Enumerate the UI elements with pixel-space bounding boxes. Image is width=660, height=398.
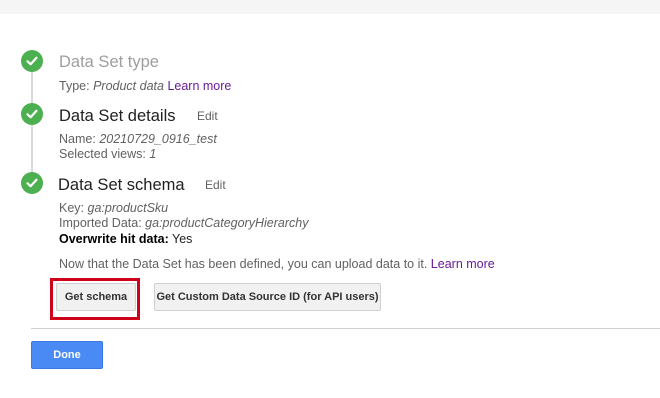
overwrite-label: Overwrite hit data:: [59, 232, 169, 246]
step-title-details: Data Set details: [59, 107, 176, 125]
step-title-type: Data Set type: [59, 53, 159, 71]
views-value: 1: [149, 147, 157, 161]
imported-line: Imported Data: ga:productCategoryHierarc…: [59, 216, 308, 231]
edit-details-link[interactable]: Edit: [197, 108, 218, 124]
name-label: Name:: [59, 132, 96, 146]
get-schema-button[interactable]: Get schema: [56, 283, 136, 311]
check-circle-icon: [21, 50, 43, 72]
key-line: Key: ga:productSku: [59, 201, 168, 216]
check-circle-icon: [21, 103, 43, 125]
step-title-schema: Data Set schema: [58, 176, 185, 194]
edit-schema-link[interactable]: Edit: [205, 177, 226, 193]
imported-label: Imported Data:: [59, 216, 142, 230]
upload-message-line: Now that the Data Set has been defined, …: [59, 257, 495, 272]
top-band: [0, 0, 660, 14]
key-label: Key:: [59, 201, 85, 215]
divider: [31, 328, 660, 329]
key-value: ga:productSku: [87, 201, 169, 215]
views-line: Selected views: 1: [59, 147, 156, 162]
type-value: Product data: [93, 79, 164, 93]
step-type-line: Type: Product data Learn more: [59, 79, 231, 94]
name-value: 20210729_0916_test: [99, 132, 217, 146]
check-circle-icon: [21, 172, 43, 194]
type-label: Type:: [59, 79, 90, 93]
imported-value: ga:productCategoryHierarchy: [145, 216, 309, 230]
learn-more-link[interactable]: Learn more: [167, 79, 231, 93]
overwrite-line: Overwrite hit data: Yes: [59, 232, 192, 247]
views-label: Selected views:: [59, 147, 146, 161]
get-custom-data-source-id-button[interactable]: Get Custom Data Source ID (for API users…: [154, 283, 381, 311]
done-button[interactable]: Done: [31, 341, 103, 369]
upload-message: Now that the Data Set has been defined, …: [59, 257, 428, 271]
overwrite-value: Yes: [172, 232, 193, 246]
upload-learn-more-link[interactable]: Learn more: [431, 257, 495, 271]
name-line: Name: 20210729_0916_test: [59, 132, 217, 147]
